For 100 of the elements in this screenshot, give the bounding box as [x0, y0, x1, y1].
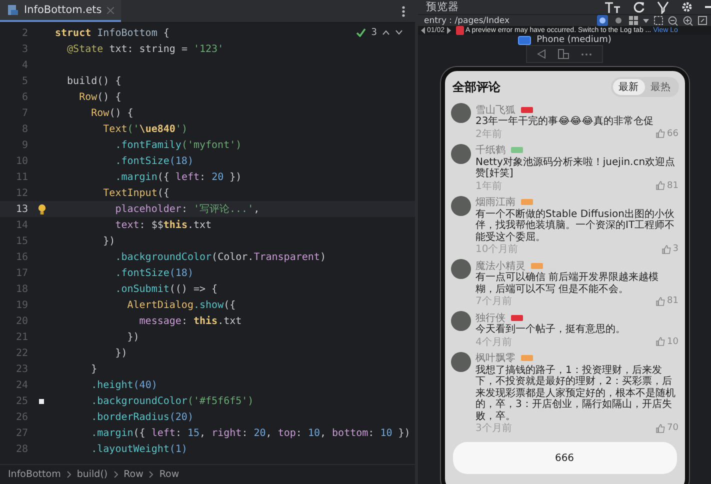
line-number: 20 [14, 316, 28, 326]
line-number: 14 [14, 220, 28, 230]
breadcrumb-item[interactable]: build() [76, 469, 108, 480]
comment-time: 10个月前 [476, 243, 518, 256]
like-count: 81 [667, 180, 678, 190]
code-line: Text('\ue840') [102, 124, 188, 134]
code-line: .height(40) [90, 380, 158, 390]
line-number: 18 [14, 284, 28, 294]
settings-icon[interactable] [681, 1, 693, 13]
code-line: .backgroundColor('#f5f6f5') [90, 396, 254, 406]
font-size-icon[interactable] [605, 2, 621, 12]
thumbs-up-icon[interactable] [656, 424, 666, 432]
line-number: 5 [20, 76, 28, 86]
back-icon[interactable] [537, 49, 546, 59]
phone-icon [518, 36, 531, 44]
comment-text: 有一点可以确信 前后端开发界限越来越模糊，后端可以不写 但是不能不会。 [476, 272, 660, 295]
thumbs-up-icon[interactable] [656, 129, 666, 138]
line-number: 8 [20, 124, 28, 134]
line-number: 23 [14, 364, 28, 374]
like-count: 10 [667, 336, 678, 346]
comment-input[interactable]: 666 [452, 442, 676, 474]
breadcrumb-item[interactable]: InfoBottom [8, 469, 61, 480]
breadcrumb-item[interactable]: Row [124, 469, 144, 480]
avatar [450, 144, 470, 164]
up-chevron-icon[interactable] [382, 30, 390, 35]
funnel-icon[interactable] [657, 0, 669, 14]
code-line: .fontSize(18) [114, 268, 194, 278]
previous-icon[interactable] [421, 27, 425, 34]
view-toggle-icon[interactable] [613, 15, 624, 26]
entry-path: entry : /pages/Index [424, 16, 510, 26]
sort-tab[interactable]: 最新 [612, 79, 644, 95]
like-count: 70 [667, 423, 678, 433]
view-toggle-icon[interactable] [597, 15, 608, 26]
line-number: 9 [20, 140, 28, 150]
refresh-icon[interactable] [633, 1, 645, 13]
zoom-out-icon[interactable] [668, 16, 678, 26]
grid-icon[interactable] [629, 16, 638, 25]
more-icon[interactable] [402, 6, 405, 16]
user-name: 烟雨江南 [476, 196, 516, 209]
chevron-icon [149, 471, 154, 478]
like-count: 66 [667, 128, 678, 138]
rotate-icon[interactable] [558, 49, 569, 59]
file-tab[interactable]: InfoBottom.ets [0, 0, 121, 22]
line-number: 2 [20, 28, 28, 38]
line-number: 26 [14, 412, 28, 422]
thumbs-up-icon[interactable] [656, 296, 666, 306]
line-number: 4 [20, 60, 28, 70]
zoom-in-icon[interactable] [683, 16, 693, 26]
line-number: 16 [14, 252, 28, 262]
comment-time: 4个月前 [476, 336, 512, 348]
comments-title: 全部评论 [452, 78, 500, 96]
code-line: } [90, 364, 98, 374]
code-line: TextInput({ [102, 188, 170, 198]
code-line: placeholder: '写评论...', [114, 203, 260, 216]
comment-time: 7个月前 [476, 295, 512, 308]
line-number: 25 [14, 396, 28, 406]
dropdown-caret-icon[interactable] [643, 18, 649, 22]
line-number: 27 [14, 428, 28, 438]
next-icon[interactable] [446, 27, 451, 34]
line-number: 11 [14, 172, 28, 182]
code-line: .layoutWeight(1) [90, 444, 188, 454]
line-number: 22 [14, 348, 28, 358]
user-name: 千纸鹤 [476, 144, 506, 156]
thumbs-up-icon[interactable] [656, 181, 666, 190]
user-name: 独行侠 [476, 312, 506, 324]
breadcrumb-item[interactable]: Row [159, 469, 180, 480]
more-icon[interactable] [581, 52, 592, 56]
check-icon[interactable] [356, 28, 366, 37]
inspection-count: 3 [371, 27, 377, 38]
sort-tab[interactable]: 最热 [644, 79, 676, 95]
frame-icon[interactable] [654, 16, 663, 25]
code-line: text: $$this.txt [114, 220, 212, 230]
panel-title: 预览器 [426, 0, 459, 14]
chevron-icon [114, 471, 118, 478]
line-number: 7 [20, 108, 28, 118]
code-line: .margin({ left: 20 }) [114, 172, 242, 182]
down-chevron-icon[interactable] [395, 30, 403, 35]
line-number: 12 [14, 188, 28, 198]
thumbs-up-icon[interactable] [656, 337, 666, 346]
code-line: message: this.txt [138, 316, 242, 326]
code-line: Row() { [78, 92, 122, 102]
code-line: .backgroundColor(Color.Transparent) [114, 252, 326, 262]
comment-text: 有一个不断做的Stable Diffusion出图的小伙伴，找我帮他装填脑。一个资深的IT工程师不能受这个委屈。 [476, 208, 676, 243]
thumbs-up-icon[interactable] [662, 244, 671, 254]
file-icon [7, 4, 19, 16]
line-number: 17 [14, 268, 28, 278]
code-line: }) [114, 348, 128, 358]
line-number: 13 [14, 204, 28, 214]
expand-icon[interactable] [698, 16, 707, 25]
code-line: }) [126, 332, 140, 342]
comment-text: 我想了搞钱的路子，1：投资理财，后来发下，不投资就是最好的理财，2：买彩票，后来发现彩票都是人家预定好的，根本不是随机的，卒，3：开店创业，隔行如隔山，开店失败，卒。 [476, 364, 676, 422]
comment-text: Netty对象池源码分析来啦！juejin.cn欢迎点赞[奸笑] [476, 156, 676, 180]
device-name: Phone (medium) [536, 35, 612, 45]
line-number: 6 [20, 92, 28, 102]
code-line: struct InfoBottom { [55, 28, 170, 38]
code-line: Row() { [90, 108, 134, 118]
line-number: 28 [14, 444, 28, 454]
comment-time: 2年前 [476, 128, 502, 140]
code-line: .fontFamily('myfont') [114, 140, 242, 150]
lightbulb-icon[interactable] [38, 204, 46, 214]
